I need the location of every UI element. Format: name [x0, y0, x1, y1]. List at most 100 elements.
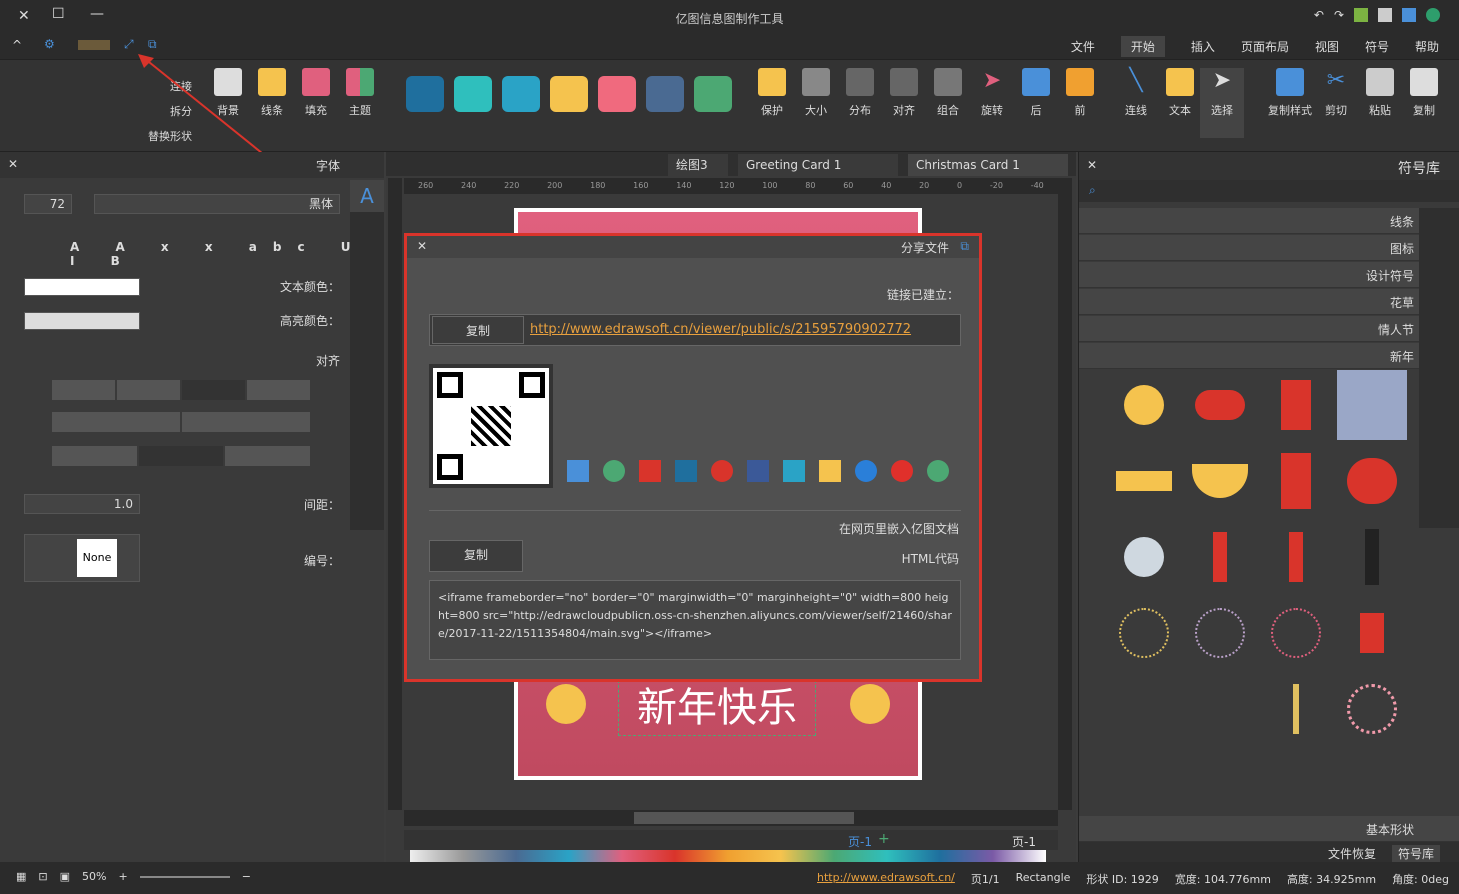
status-url[interactable]: http://www.edrawsoft.cn/ — [817, 871, 955, 887]
style-swatch[interactable] — [502, 76, 540, 112]
connector-button[interactable]: ╲ 连线 — [1114, 68, 1158, 118]
close-icon[interactable]: ✕ — [8, 157, 18, 171]
linkedin-icon[interactable] — [675, 460, 697, 482]
tab-greeting-card[interactable]: Greeting Card 1 — [738, 154, 898, 176]
fit-icon[interactable]: ⊡ — [38, 870, 47, 883]
horizontal-scrollbar[interactable] — [404, 810, 1058, 826]
tab-page-layout[interactable]: 页面布局 — [1241, 38, 1289, 55]
tab-symbol-library[interactable]: 符号库 — [1391, 845, 1440, 862]
twitter-icon[interactable] — [783, 460, 805, 482]
font-style-buttons[interactable]: A A x x abc U I B — [70, 240, 384, 268]
html-code-field[interactable]: <iframe frameborder="no" border="0" marg… — [429, 580, 961, 660]
font-icon[interactable]: A — [350, 180, 384, 212]
category-new-year[interactable]: 新年 — [1079, 343, 1459, 369]
tab-symbols[interactable]: 符号 — [1365, 38, 1389, 55]
collapse-icon[interactable]: ^ — [12, 38, 22, 52]
print-icon[interactable] — [1378, 8, 1392, 22]
protect-button[interactable]: 保护 — [750, 68, 794, 118]
bullet-select[interactable]: None — [24, 534, 140, 582]
zoom-in-icon[interactable]: + — [118, 870, 127, 883]
format-painter-button[interactable]: 复制样式 — [1262, 68, 1318, 118]
group-button[interactable]: 组合 — [926, 68, 970, 118]
style-swatch[interactable] — [694, 76, 732, 112]
tab-file-recovery[interactable]: 文件恢复 — [1328, 845, 1376, 862]
google-plus-icon[interactable] — [639, 460, 661, 482]
search-icon[interactable]: ⌕ — [1089, 183, 1096, 198]
knot-symbol[interactable] — [1261, 370, 1331, 440]
red-envelope-symbol[interactable] — [1261, 446, 1331, 516]
close-icon[interactable]: ✕ — [417, 239, 427, 253]
theme-button[interactable]: 主题 — [338, 68, 382, 118]
firecracker-symbol[interactable] — [1185, 522, 1255, 592]
copy-button[interactable]: 复制 — [1402, 68, 1446, 118]
vertical-scrollbar[interactable] — [388, 178, 402, 810]
undo-icon[interactable]: ↶ — [1314, 8, 1324, 24]
redo-icon[interactable]: ↷ — [1334, 8, 1344, 24]
explosion-symbol[interactable] — [1109, 522, 1179, 592]
align-buttons[interactable] — [52, 380, 310, 400]
category-design[interactable]: 设计符号 — [1079, 262, 1459, 288]
tab-file[interactable]: 文件 — [1071, 38, 1095, 55]
tab-view[interactable]: 视图 — [1315, 38, 1339, 55]
align-button[interactable]: 对齐 — [882, 68, 926, 118]
qzone-icon[interactable] — [819, 460, 841, 482]
category-valentine[interactable]: 情人节 — [1079, 316, 1459, 342]
zoom-level[interactable]: 50% — [82, 870, 106, 883]
weibo-icon[interactable] — [891, 460, 913, 482]
firework-symbol[interactable] — [1185, 598, 1255, 668]
firework-symbol[interactable] — [1261, 598, 1331, 668]
category-flowers[interactable]: 花草 — [1079, 289, 1459, 315]
valign-buttons[interactable] — [52, 446, 311, 466]
close-icon[interactable]: ✕ — [1087, 158, 1097, 172]
select-button[interactable]: ➤ 选择 — [1200, 68, 1244, 138]
sparkle-symbol[interactable] — [1261, 674, 1331, 744]
copy-url-button[interactable]: 复制 — [432, 316, 524, 344]
category-icons[interactable]: 图标 — [1079, 235, 1459, 261]
distribute-button[interactable]: 分布 — [838, 68, 882, 118]
tab-christmas-card[interactable]: Christmas Card 1 — [908, 154, 1068, 176]
open-icon[interactable] — [1354, 8, 1368, 22]
category-basic-shapes[interactable]: 基本形状 — [1079, 816, 1459, 842]
page-tab[interactable]: 页-1 — [1012, 833, 1036, 850]
lantern-symbol[interactable] — [1337, 446, 1407, 516]
library-search[interactable]: ⌕ — [1079, 180, 1459, 202]
text-button[interactable]: 文本 — [1158, 68, 1202, 118]
paste-button[interactable]: 粘贴 — [1358, 68, 1402, 118]
gold-ingot-symbol[interactable] — [1185, 446, 1255, 516]
qq-icon[interactable] — [855, 460, 877, 482]
tab-home[interactable]: 开始 — [1120, 36, 1165, 57]
facebook-icon[interactable] — [747, 460, 769, 482]
email-icon[interactable] — [567, 460, 589, 482]
champagne-symbol[interactable] — [1337, 522, 1407, 592]
size-button[interactable]: 大小 — [794, 68, 838, 118]
zoom-slider[interactable] — [139, 875, 230, 878]
tab-help[interactable]: 帮助 — [1415, 38, 1439, 55]
copy-html-button[interactable]: 复制 — [429, 540, 523, 572]
fish-symbol[interactable] — [1185, 370, 1255, 440]
firework-symbol[interactable] — [1337, 674, 1407, 744]
cloud-symbol[interactable] — [1337, 370, 1407, 440]
style-swatch[interactable] — [646, 76, 684, 112]
wechat-icon[interactable] — [927, 460, 949, 482]
cut-button[interactable]: ✂ 剪切 — [1314, 68, 1358, 118]
style-swatch[interactable] — [598, 76, 636, 112]
page-icon[interactable]: ▣ — [60, 870, 70, 883]
url-field[interactable]: 复制 http://www.edrawsoft.cn/viewer/public… — [429, 314, 961, 346]
indent-buttons[interactable] — [52, 412, 310, 432]
zoom-out-icon[interactable]: − — [242, 870, 251, 883]
cannon-symbol[interactable] — [1337, 598, 1407, 668]
highlight-color-picker[interactable] — [24, 312, 140, 330]
grid-icon[interactable]: ▦ — [16, 870, 26, 883]
tab-insert[interactable]: 插入 — [1191, 38, 1215, 55]
style-swatch[interactable] — [406, 76, 444, 112]
send-back-button[interactable]: 后 — [1014, 68, 1058, 118]
lion-icon[interactable] — [850, 684, 890, 724]
firework-symbol[interactable] — [1109, 598, 1179, 668]
fill-button[interactable]: 填充 — [294, 68, 338, 118]
line-icon[interactable] — [603, 460, 625, 482]
category-lines[interactable]: 线条 — [1079, 208, 1459, 234]
firecracker-symbol[interactable] — [1261, 522, 1331, 592]
scroll-symbol[interactable] — [1109, 446, 1179, 516]
lion-symbol[interactable] — [1109, 370, 1179, 440]
image-icon[interactable] — [350, 284, 384, 320]
